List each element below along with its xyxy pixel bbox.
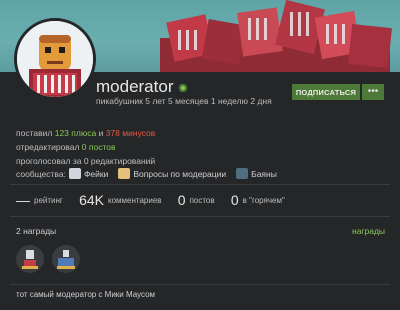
stat-posts[interactable]: 0 постов bbox=[178, 192, 215, 208]
profile-name: moderator bbox=[96, 77, 188, 97]
accordion-player-avatar-icon bbox=[17, 21, 93, 97]
bayans-community-icon bbox=[236, 168, 249, 179]
community-bayans[interactable]: Баяны bbox=[236, 168, 277, 179]
stat-rating: — рейтинг bbox=[16, 192, 63, 208]
communities-line: сообщества: Фейки Вопросы по модерации Б… bbox=[16, 168, 277, 179]
fakes-community-icon bbox=[68, 168, 81, 179]
moderation-questions-icon bbox=[118, 168, 131, 179]
minuses-count: 378 минусов bbox=[105, 128, 156, 138]
votes-line: поставил 123 плюса и 378 минусов bbox=[16, 128, 155, 138]
votes-prefix: поставил bbox=[16, 128, 53, 138]
divider bbox=[10, 216, 390, 217]
username: moderator bbox=[96, 77, 174, 96]
community-moderation-questions[interactable]: Вопросы по модерации bbox=[118, 168, 226, 179]
award-1000-icon[interactable] bbox=[52, 245, 80, 273]
votes-and: и bbox=[98, 128, 104, 138]
profile-panel bbox=[0, 72, 400, 310]
edited-prefix: отредактировал bbox=[16, 142, 80, 152]
community-fakes[interactable]: Фейки bbox=[68, 168, 108, 179]
awards-link[interactable]: награды bbox=[352, 226, 385, 236]
divider bbox=[10, 184, 390, 185]
member-since: пикабушник 5 лет 5 месяцев 1 неделю 2 дн… bbox=[96, 96, 272, 106]
communities-label: сообщества: bbox=[16, 168, 66, 179]
stats-row: — рейтинг 64K комментариев 0 постов 0в "гор… bbox=[16, 192, 299, 208]
edited-count: 0 постов bbox=[81, 142, 116, 152]
voted-prefix: проголосовал за bbox=[16, 156, 82, 166]
verified-icon bbox=[179, 83, 188, 92]
voted-line: проголосовал за 0 редактирований bbox=[16, 156, 155, 166]
more-options-button[interactable]: ••• bbox=[362, 84, 384, 100]
divider bbox=[10, 284, 390, 285]
avatar[interactable] bbox=[14, 18, 96, 100]
voted-count: 0 редактирований bbox=[83, 156, 156, 166]
stat-comments[interactable]: 64K комментариев bbox=[79, 192, 161, 208]
profile-about: тот самый модератор с Мики Маусом bbox=[16, 290, 156, 299]
pluses-count: 123 плюса bbox=[54, 128, 97, 138]
stat-hot[interactable]: 0в "горячем" bbox=[231, 192, 285, 208]
award-5-years-icon[interactable] bbox=[16, 245, 44, 273]
edited-line: отредактировал 0 постов bbox=[16, 142, 116, 152]
awards-title: 2 награды bbox=[16, 226, 57, 236]
subscribe-button[interactable]: ПОДПИСАТЬСЯ bbox=[292, 84, 360, 100]
profile-card: moderator пикабушник 5 лет 5 месяцев 1 н… bbox=[0, 0, 400, 310]
